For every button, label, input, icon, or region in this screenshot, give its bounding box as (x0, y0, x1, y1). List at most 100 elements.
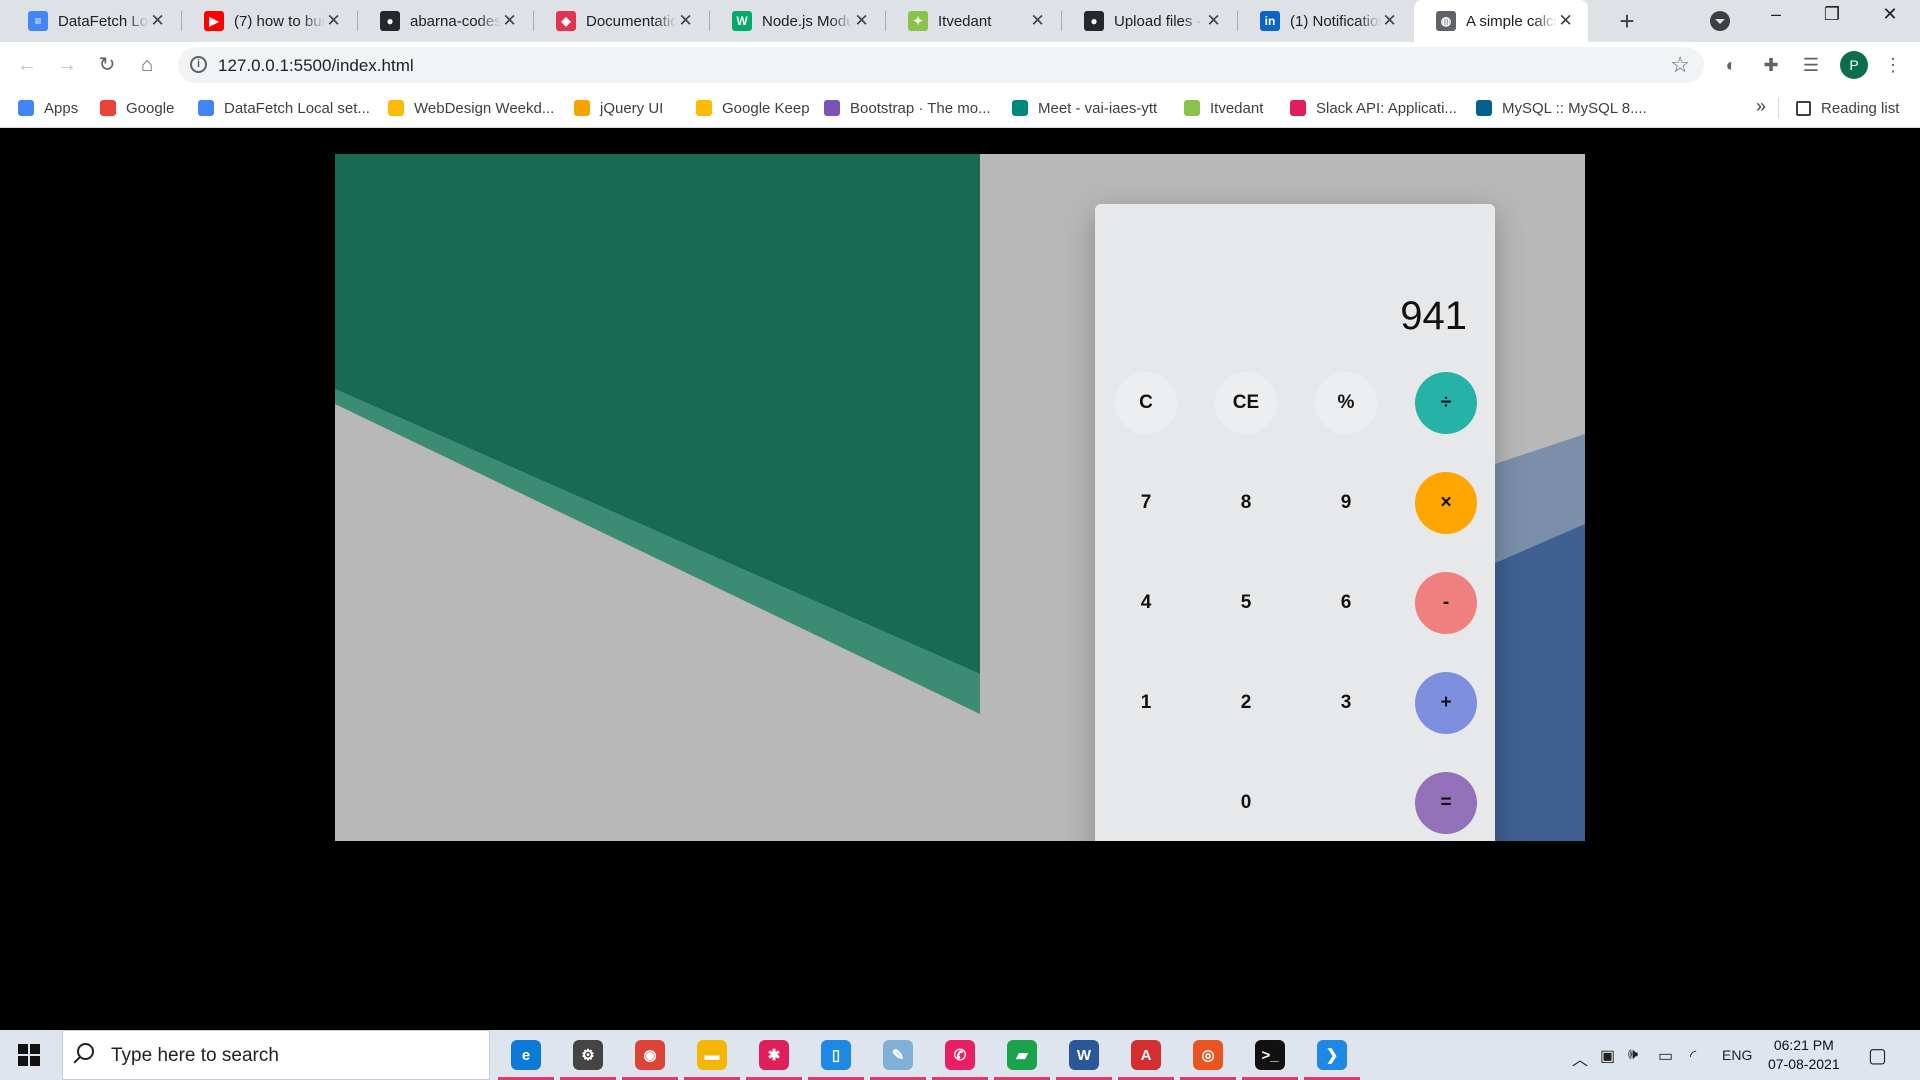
tab-close-icon[interactable]: ✕ (1381, 11, 1398, 31)
volume-icon[interactable]: 🕪 (1628, 1046, 1638, 1064)
percent-button[interactable]: % (1315, 372, 1377, 434)
tab-close-icon[interactable]: ✕ (677, 11, 694, 31)
tab-6[interactable]: ● Upload files · GitHub✕ (1062, 0, 1236, 42)
clear-button[interactable]: C (1115, 372, 1177, 434)
taskbar-app-3[interactable]: ▬ (682, 1030, 742, 1080)
digit-0-button[interactable]: 0 (1215, 772, 1277, 834)
tab-close-icon[interactable]: ✕ (1029, 11, 1046, 31)
bookmark-star-icon[interactable]: ☆ (1670, 52, 1690, 78)
profile-avatar[interactable]: P (1840, 51, 1868, 79)
tab-close-icon[interactable]: ✕ (501, 11, 518, 31)
chrome-icon: ◉ (635, 1040, 665, 1070)
tab-close-icon[interactable]: ✕ (853, 11, 870, 31)
digit-1-button[interactable]: 1 (1115, 672, 1177, 734)
taskbar-app-9[interactable]: W (1054, 1030, 1114, 1080)
divide-button[interactable]: ÷ (1415, 372, 1477, 434)
more-bookmarks-icon[interactable]: » (1756, 96, 1766, 117)
tab-close-icon[interactable]: ✕ (149, 11, 166, 31)
bookmark-6[interactable]: Bootstrap · The mo... (824, 88, 991, 128)
taskbar-app-2[interactable]: ◉ (620, 1030, 680, 1080)
taskbar-app-1[interactable]: ⚙ (558, 1030, 618, 1080)
tab-2[interactable]: ● abarna-codespace✕ (358, 0, 532, 42)
address-url[interactable]: 127.0.0.1:5500/index.html (218, 56, 414, 76)
extensions-puzzle-icon[interactable]: ✚ (1760, 54, 1782, 76)
taskbar-search-box[interactable]: Type here to search (62, 1030, 490, 1080)
bookmark-label: Itvedant (1210, 99, 1264, 117)
taskbar-app-7[interactable]: ✆ (930, 1030, 990, 1080)
digit-2-button[interactable]: 2 (1215, 672, 1277, 734)
add-button[interactable]: + (1415, 672, 1477, 734)
new-tab-button[interactable]: + (1612, 6, 1642, 37)
tab-title: abarna-codespace (410, 12, 502, 30)
tab-close-icon[interactable]: ✕ (325, 11, 342, 31)
digit-7-button[interactable]: 7 (1115, 472, 1177, 534)
subtract-button[interactable]: - (1415, 572, 1477, 634)
taskbar-app-4[interactable]: ✱ (744, 1030, 804, 1080)
reload-icon[interactable]: ↻ (92, 50, 122, 80)
bookmark-0[interactable]: Apps (18, 88, 78, 128)
tab-3[interactable]: ◆ Documentation ✕ (534, 0, 708, 42)
notifications-icon[interactable]: ▢ (1868, 1043, 1887, 1068)
ubuntu-icon: ◎ (1193, 1040, 1223, 1070)
digit-4-button[interactable]: 4 (1115, 572, 1177, 634)
restore-icon[interactable]: ❐ (1812, 4, 1852, 25)
taskbar-app-13[interactable]: ❯ (1302, 1030, 1362, 1080)
extension-icon[interactable]: ◐ (1720, 54, 1742, 76)
taskbar-app-10[interactable]: A (1116, 1030, 1176, 1080)
show-hidden-icons-icon[interactable]: ︿ (1572, 1046, 1588, 1070)
bookmark-label: DataFetch Local set... (224, 99, 370, 117)
digit-8-button[interactable]: 8 (1215, 472, 1277, 534)
taskbar-app-0[interactable]: e (496, 1030, 556, 1080)
language-indicator[interactable]: ENG (1722, 1047, 1752, 1063)
taskbar-app-12[interactable]: >_ (1240, 1030, 1300, 1080)
battery-icon[interactable]: ▭ (1658, 1046, 1673, 1066)
meet-now-icon[interactable]: ▣ (1600, 1046, 1615, 1066)
media-control-icon[interactable]: ☰ (1800, 54, 1822, 76)
tab-8[interactable]: ◍ A simple calculator✕ (1414, 0, 1588, 42)
site-info-icon[interactable]: i (190, 56, 207, 73)
tab-title: Upload files · GitHub (1114, 12, 1205, 30)
tab-1[interactable]: ▶ (7) how to build a calculator✕ (182, 0, 356, 42)
bookmark-7[interactable]: Meet - vai-iaes-ytt (1012, 88, 1157, 128)
bookmark-5[interactable]: Google Keep (696, 88, 810, 128)
tab-7[interactable]: in (1) Notifications✕ (1238, 0, 1412, 42)
taskbar-clock[interactable]: 06:21 PM 07-08-2021 (1768, 1036, 1840, 1074)
tab-close-icon[interactable]: ✕ (1557, 11, 1574, 31)
digit-3-button[interactable]: 3 (1315, 672, 1377, 734)
itvedant-icon (1184, 100, 1200, 116)
bookmark-8[interactable]: Itvedant (1184, 88, 1263, 128)
tab-search-icon[interactable] (1710, 11, 1730, 31)
reading-list-button[interactable]: Reading list (1796, 88, 1899, 128)
tab-title: DataFetch Local settings (58, 12, 149, 30)
home-icon[interactable]: ⌂ (132, 50, 162, 80)
close-window-icon[interactable]: ✕ (1870, 4, 1910, 25)
bookmark-4[interactable]: jQuery UI (574, 88, 663, 128)
bookmark-3[interactable]: WebDesign Weekd... (388, 88, 554, 128)
back-icon[interactable]: ← (12, 50, 42, 80)
tab-4[interactable]: W Node.js Modules✕ (710, 0, 884, 42)
taskbar-app-8[interactable]: ▰ (992, 1030, 1052, 1080)
windows-start-icon[interactable] (18, 1044, 40, 1066)
search-icon (77, 1043, 94, 1060)
bookmark-10[interactable]: MySQL :: MySQL 8.... (1476, 88, 1647, 128)
tab-0[interactable]: ≡ DataFetch Local settings✕ (6, 0, 180, 42)
tab-close-icon[interactable]: ✕ (1205, 11, 1222, 31)
digit-9-button[interactable]: 9 (1315, 472, 1377, 534)
wifi-icon[interactable]: ◜ (1690, 1046, 1696, 1066)
taskbar-app-5[interactable]: ▯ (806, 1030, 866, 1080)
tab-5[interactable]: ✦ Itvedant ✕ (886, 0, 1060, 42)
minimize-icon[interactable]: – (1756, 4, 1796, 25)
equals-button[interactable]: = (1415, 772, 1477, 834)
multiply-button[interactable]: × (1415, 472, 1477, 534)
chrome-menu-icon[interactable]: ⋮ (1882, 54, 1904, 76)
bookmark-1[interactable]: Google (100, 88, 174, 128)
digit-6-button[interactable]: 6 (1315, 572, 1377, 634)
digit-5-button[interactable]: 5 (1215, 572, 1277, 634)
forward-icon[interactable]: → (52, 50, 82, 80)
taskbar-app-6[interactable]: ✎ (868, 1030, 928, 1080)
taskbar-app-11[interactable]: ◎ (1178, 1030, 1238, 1080)
clear-entry-button[interactable]: CE (1215, 372, 1277, 434)
bookmark-2[interactable]: DataFetch Local set... (198, 88, 370, 128)
address-bar[interactable]: i 127.0.0.1:5500/index.html ☆ (178, 47, 1704, 83)
bookmark-9[interactable]: Slack API: Applicati... (1290, 88, 1457, 128)
